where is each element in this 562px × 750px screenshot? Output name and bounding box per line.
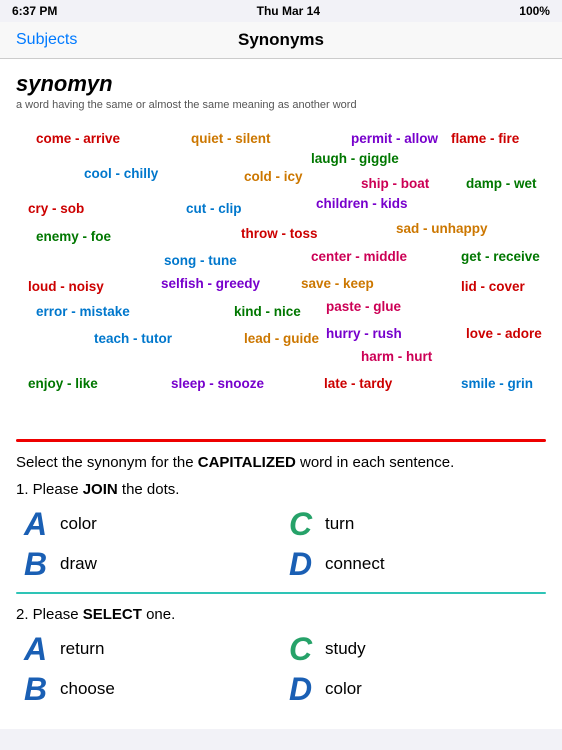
synonym-pair: cry - sob (28, 201, 84, 216)
synonym-pair: cut - clip (186, 201, 242, 216)
synonym-pair: harm - hurt (361, 349, 432, 364)
synonym-pair: sad - unhappy (396, 221, 488, 236)
synonym-pair: teach - tutor (94, 331, 172, 346)
main-content: synomyn a word having the same or almost… (0, 59, 562, 729)
question-2-text: 2. Please SELECT one. (16, 606, 546, 623)
synonym-pair: sleep - snooze (171, 376, 264, 391)
option-text-2d: color (325, 679, 362, 699)
option-1b[interactable]: B draw (24, 548, 273, 580)
synonym-pair: ship - boat (361, 176, 429, 191)
nav-bar: Subjects Synonyms (0, 22, 562, 59)
synonym-pair: loud - noisy (28, 279, 104, 294)
question-1-text: 1. Please JOIN the dots. (16, 481, 546, 498)
option-letter-a: A (24, 508, 52, 540)
synonym-pair: error - mistake (36, 304, 130, 319)
synonym-pair: come - arrive (36, 131, 120, 146)
option-1c[interactable]: C turn (289, 508, 538, 540)
options-grid-1: A color C turn B draw D connect (16, 508, 546, 580)
status-battery: 100% (519, 4, 550, 18)
option-1d[interactable]: D connect (289, 548, 538, 580)
option-letter-b: B (24, 548, 52, 580)
synonym-pair: love - adore (466, 326, 542, 341)
synonym-pair: laugh - giggle (311, 151, 399, 166)
option-text-2b: choose (60, 679, 115, 699)
synonym-pair: smile - grin (461, 376, 533, 391)
option-text-1b: draw (60, 554, 97, 574)
synonym-pair: song - tune (164, 253, 237, 268)
option-letter-2c: C (289, 633, 317, 665)
synonym-pair: get - receive (461, 249, 540, 264)
teal-divider (16, 592, 546, 594)
status-day: Thu Mar 14 (257, 4, 320, 18)
nav-title: Synonyms (238, 30, 324, 50)
synonym-pair: enemy - foe (36, 229, 111, 244)
synonym-pair: cold - icy (244, 169, 303, 184)
option-letter-2b: B (24, 673, 52, 705)
option-2d[interactable]: D color (289, 673, 538, 705)
back-button[interactable]: Subjects (16, 31, 77, 49)
synonym-pair: hurry - rush (326, 326, 402, 341)
option-text-1d: connect (325, 554, 385, 574)
option-text-2a: return (60, 639, 104, 659)
synonym-pair: save - keep (301, 276, 374, 291)
question-2: 2. Please SELECT one. A return C study B… (16, 606, 546, 705)
option-text-2c: study (325, 639, 366, 659)
option-letter-2a: A (24, 633, 52, 665)
option-letter-2d: D (289, 673, 317, 705)
synonym-pair: lead - guide (244, 331, 319, 346)
word-definition: a word having the same or almost the sam… (16, 99, 546, 111)
option-2a[interactable]: A return (24, 633, 273, 665)
synonym-pair: center - middle (311, 249, 407, 264)
synonym-pair: permit - allow (351, 131, 438, 146)
synonym-pair: selfish - greedy (161, 276, 260, 291)
synonym-pair: quiet - silent (191, 131, 271, 146)
options-grid-2: A return C study B choose D color (16, 633, 546, 705)
question-1: 1. Please JOIN the dots. A color C turn … (16, 481, 546, 580)
word-title: synomyn (16, 71, 546, 97)
synonym-cloud: come - arrive quiet - silent permit - allo… (16, 121, 546, 431)
option-letter-d: D (289, 548, 317, 580)
instruction-text: Select the synonym for the CAPITALIZED w… (16, 454, 546, 471)
option-2c[interactable]: C study (289, 633, 538, 665)
red-divider (16, 439, 546, 442)
option-2b[interactable]: B choose (24, 673, 273, 705)
synonym-pair: damp - wet (466, 176, 537, 191)
option-text-1c: turn (325, 514, 354, 534)
synonym-pair: late - tardy (324, 376, 392, 391)
synonym-pair: cool - chilly (84, 166, 158, 181)
synonym-pair: lid - cover (461, 279, 525, 294)
option-1a[interactable]: A color (24, 508, 273, 540)
synonym-pair: kind - nice (234, 304, 301, 319)
option-text-1a: color (60, 514, 97, 534)
synonym-pair: flame - fire (451, 131, 519, 146)
synonym-pair: throw - toss (241, 226, 318, 241)
status-time: 6:37 PM (12, 4, 57, 18)
option-letter-c: C (289, 508, 317, 540)
synonym-pair: enjoy - like (28, 376, 98, 391)
synonym-pair: paste - glue (326, 299, 401, 314)
status-bar: 6:37 PM Thu Mar 14 100% (0, 0, 562, 22)
synonym-pair: children - kids (316, 196, 408, 211)
